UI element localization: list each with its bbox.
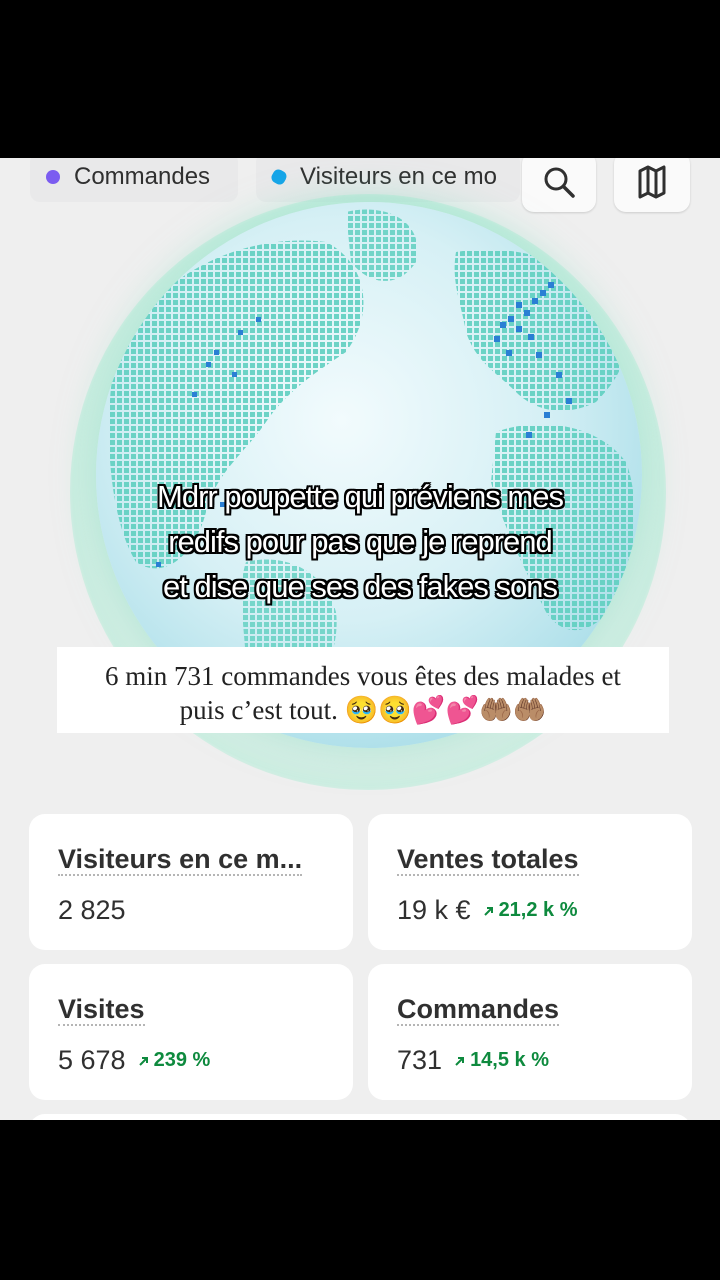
trend-badge: 21,2 k % — [483, 899, 578, 922]
metric-card-total-sales[interactable]: Ventes totales 19 k € 21,2 k % — [368, 814, 692, 950]
search-icon — [544, 167, 575, 198]
video-caption: Mdrr poupette qui préviens mes redifs po… — [40, 474, 680, 609]
trend-badge: 14,5 k % — [454, 1049, 549, 1072]
trend-up-icon — [138, 1056, 148, 1066]
text-note-overlay: 6 min 731 commandes vous êtes des malade… — [57, 647, 669, 733]
trend-up-icon — [483, 906, 493, 916]
metric-card-visitors-now[interactable]: Visiteurs en ce m... 2 825 — [29, 814, 353, 950]
trend-value: 21,2 k % — [498, 899, 578, 921]
app-screen: Commandes Visiteurs en ce mo Mdrr poupet… — [0, 158, 720, 1120]
map-icon — [638, 165, 666, 199]
caption-line: et dise que ses des fakes sons — [163, 569, 558, 604]
filter-chip-orders[interactable]: Commandes — [30, 158, 238, 202]
filter-chip-orders-label: Commandes — [74, 163, 211, 190]
metric-value: 2 825 — [58, 895, 126, 925]
metric-card-orders[interactable]: Commandes 731 14,5 k % — [368, 964, 692, 1100]
metric-card-partial — [29, 1114, 691, 1120]
trend-value: 14,5 k % — [470, 1049, 550, 1071]
caption-line: Mdrr poupette qui préviens mes — [157, 479, 564, 514]
metric-title: Ventes totales — [397, 844, 579, 876]
trend-up-icon — [455, 1056, 465, 1066]
metric-card-visits[interactable]: Visites 5 678 239 % — [29, 964, 353, 1100]
caption-line: redifs pour pas que je reprend — [168, 524, 553, 559]
metric-value: 731 — [397, 1045, 443, 1075]
orders-dot-icon — [46, 170, 60, 184]
metric-title: Visites — [58, 994, 145, 1026]
metric-title: Commandes — [397, 994, 560, 1026]
trend-badge: 239 % — [138, 1049, 211, 1072]
metric-title: Visiteurs en ce m... — [58, 844, 303, 876]
note-line: 6 min 731 commandes vous êtes des malade… — [105, 661, 621, 691]
metric-value: 19 k € — [397, 895, 471, 925]
note-line: puis c’est tout. 🥹🥹💕💕🤲🏽🤲🏽 — [179, 695, 547, 725]
metric-value: 5 678 — [58, 1045, 126, 1075]
visitors-dot-icon — [269, 167, 289, 187]
filter-chip-visitors-label: Visiteurs en ce mo — [300, 163, 497, 190]
trend-value: 239 % — [153, 1049, 211, 1071]
